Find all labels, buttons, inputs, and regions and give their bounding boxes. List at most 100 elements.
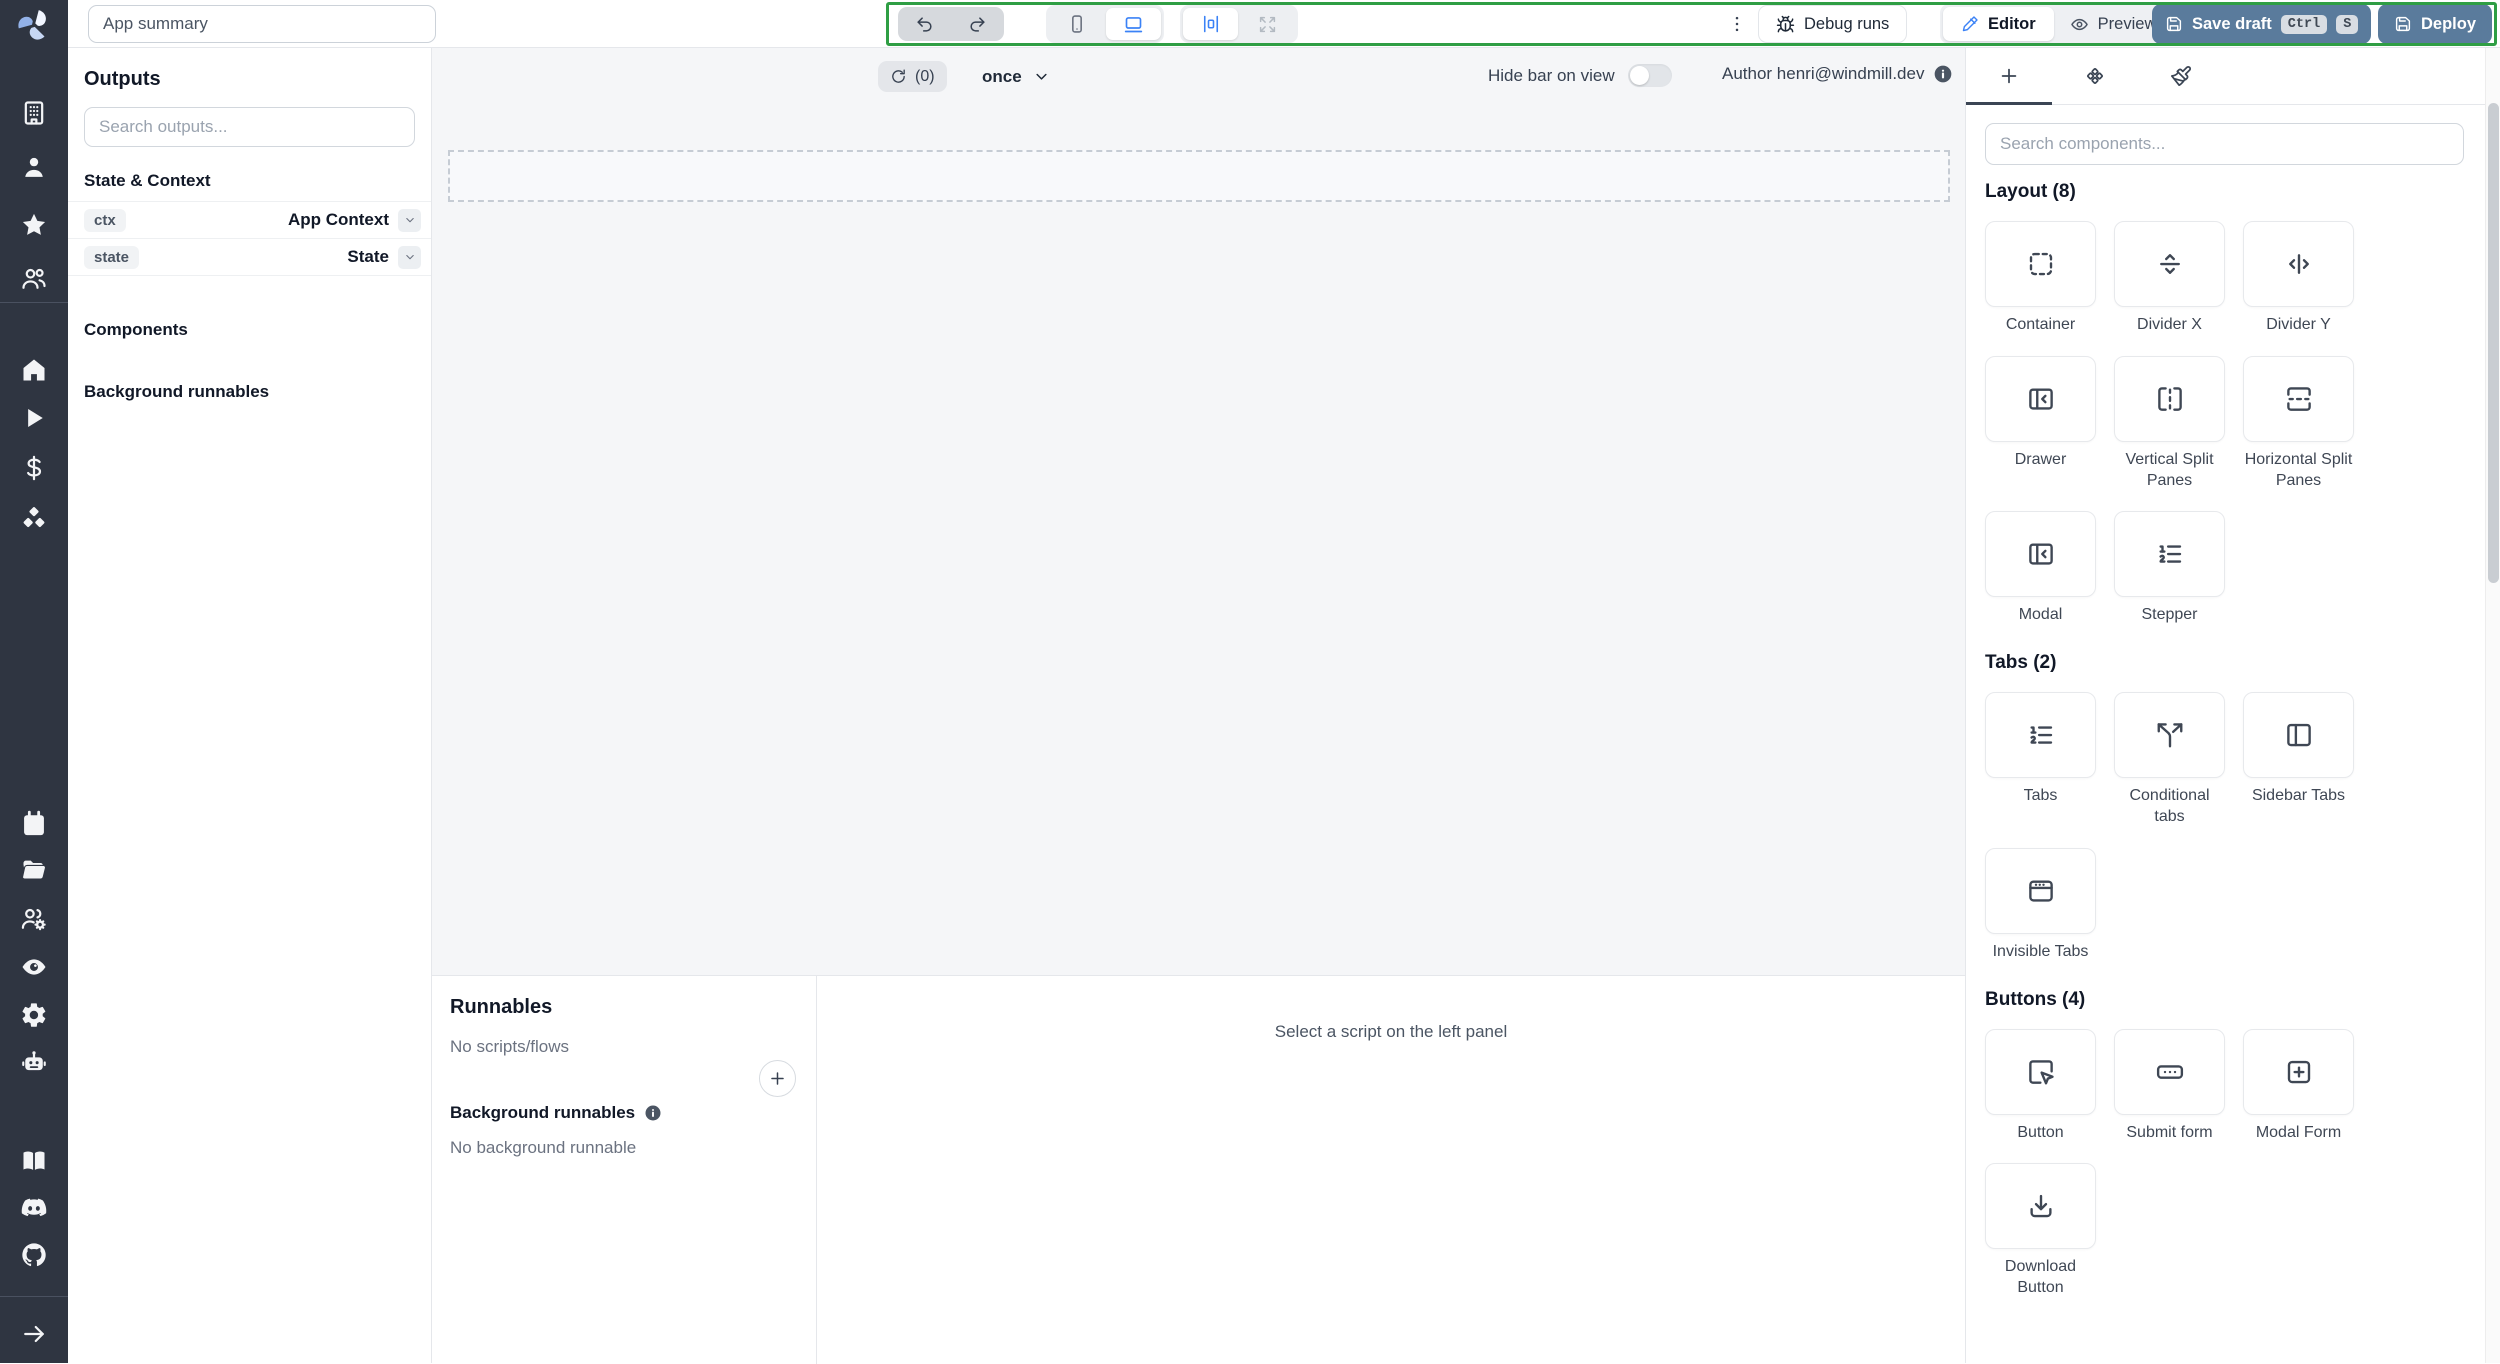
component-card-vertical-split-panes[interactable]: [2114, 355, 2225, 442]
undo-button[interactable]: [898, 7, 951, 41]
deploy-button[interactable]: Deploy: [2378, 4, 2493, 44]
tab-insert-component[interactable]: [1966, 48, 2052, 105]
editor-tab[interactable]: Editor: [1943, 7, 2054, 41]
component-card-conditional-tabs[interactable]: [2114, 692, 2225, 779]
no-scripts-text: No scripts/flows: [450, 1037, 570, 1056]
component-card-divider-x[interactable]: [2114, 221, 2225, 307]
home-icon[interactable]: [16, 352, 52, 388]
panel-left-icon: [2284, 720, 2314, 750]
component-grid: Container Divider X Divider Y Drawer Vertica…: [1985, 221, 2464, 626]
component-label: Submit form: [2126, 1123, 2213, 1141]
list-ordered-icon: [2026, 720, 2056, 750]
component-label: Container: [2005, 316, 2076, 333]
component-label: Vertical Split Panes: [2125, 450, 2214, 489]
script-detail-panel: Select a script on the left panel: [817, 976, 1965, 1364]
component-card-modal[interactable]: [1985, 511, 2096, 598]
info-icon[interactable]: [644, 1104, 662, 1122]
components-search-input[interactable]: [1985, 123, 2464, 165]
github-icon[interactable]: [16, 1237, 52, 1273]
tab-component-settings[interactable]: [2052, 48, 2138, 104]
component-card-drawer[interactable]: [1985, 355, 2096, 442]
component-card-stepper[interactable]: [2114, 511, 2225, 598]
component-label: Modal: [2018, 606, 2063, 624]
scrollbar-thumb[interactable]: [2488, 103, 2499, 583]
component-label: Modal Form: [2255, 1123, 2342, 1141]
component-card-submit-form[interactable]: [2114, 1028, 2225, 1115]
component-cell: Container: [1985, 221, 2096, 336]
component-card-modal-form[interactable]: [2243, 1028, 2354, 1115]
save-draft-button[interactable]: Save draft Ctrl S: [2152, 4, 2372, 44]
outputs-search-input[interactable]: [84, 107, 415, 147]
chevron-down-icon[interactable]: [398, 245, 421, 269]
component-card-tabs[interactable]: [1985, 692, 2096, 779]
component-card-button[interactable]: [1985, 1028, 2096, 1115]
components-panel: Layout (8) Container Divider X Divider Y Dra…: [1965, 48, 2500, 1363]
chevron-down-icon[interactable]: [398, 208, 421, 232]
user-icon[interactable]: [16, 149, 52, 185]
app-canvas[interactable]: (0) once Hide bar on view Author henri@w…: [432, 48, 1965, 975]
desktop-view-button[interactable]: [1106, 8, 1161, 40]
component-sections: Layout (8) Container Divider X Divider Y Dra…: [1985, 181, 2464, 1299]
star-icon[interactable]: [16, 207, 52, 243]
divider-y-icon: [2284, 249, 2314, 279]
component-section-title: Layout (8): [1985, 181, 2076, 202]
calendar-icon[interactable]: [16, 806, 52, 842]
component-label: Drawer: [2014, 450, 2067, 468]
component-cell: Download Button: [1985, 1163, 2096, 1299]
more-menu-button[interactable]: [1720, 6, 1754, 42]
windmill-logo[interactable]: [15, 6, 53, 44]
scrollbar[interactable]: [2485, 48, 2500, 1363]
arrow-right-icon[interactable]: [16, 1316, 52, 1352]
book-open-icon[interactable]: [16, 1143, 52, 1179]
play-icon[interactable]: [16, 400, 52, 436]
fullwidth-layout-button[interactable]: [1240, 8, 1295, 40]
output-row-ctx[interactable]: ctx App Context: [68, 202, 431, 239]
gear-icon[interactable]: [16, 997, 52, 1033]
folder-open-icon[interactable]: [16, 852, 52, 888]
refresh-count-button[interactable]: (0): [878, 61, 947, 92]
kbd-s: S: [2336, 14, 2359, 34]
component-cell: Drawer: [1985, 355, 2096, 492]
state-value: State: [347, 247, 389, 266]
empty-grid-row[interactable]: [448, 150, 1950, 202]
component-cell: Button: [1985, 1028, 2096, 1144]
users-cog-icon[interactable]: [16, 901, 52, 937]
app-sidebar: [0, 0, 68, 1363]
building-icon[interactable]: [16, 95, 52, 131]
layout-toggle-group: [1180, 5, 1298, 43]
refresh-icon: [890, 68, 907, 85]
app-window-icon: [2026, 876, 2056, 906]
discord-icon[interactable]: [16, 1190, 52, 1226]
app-summary-input[interactable]: [88, 5, 436, 43]
add-background-runnable-button[interactable]: [759, 1060, 796, 1097]
component-card-container[interactable]: [1985, 221, 2096, 307]
component-card-horizontal-split-panes[interactable]: [2243, 355, 2354, 442]
ctx-value: App Context: [287, 210, 389, 229]
component-label: Sidebar Tabs: [2251, 787, 2346, 805]
bot-icon[interactable]: [16, 1044, 52, 1080]
info-icon[interactable]: [1933, 64, 1953, 84]
component-card-divider-y[interactable]: [2243, 221, 2354, 307]
component-cell: Modal Form: [2243, 1028, 2354, 1144]
component-card-invisible-tabs[interactable]: [1985, 847, 2096, 934]
component-grid: Button Submit form Modal Form Download Butt…: [1985, 1028, 2464, 1299]
component-card-sidebar-tabs[interactable]: [2243, 692, 2354, 779]
drawer-icon: [2026, 539, 2056, 569]
run-mode-dropdown[interactable]: once: [982, 61, 1051, 92]
editor-preview-group: Editor Preview: [1940, 4, 2176, 44]
center-layout-button[interactable]: [1183, 8, 1238, 40]
redo-button[interactable]: [951, 7, 1004, 41]
tab-styling[interactable]: [2138, 48, 2224, 104]
component-cell: Vertical Split Panes: [2114, 355, 2225, 492]
debug-runs-button[interactable]: Debug runs: [1758, 5, 1908, 43]
component-card-download-button[interactable]: [1985, 1163, 2096, 1250]
mobile-view-button[interactable]: [1049, 8, 1104, 40]
dollar-icon[interactable]: [16, 450, 52, 486]
users-icon[interactable]: [16, 261, 52, 297]
eye-filled-icon[interactable]: [16, 949, 52, 985]
hide-bar-toggle[interactable]: [1627, 64, 1672, 87]
output-row-state[interactable]: state State: [68, 239, 431, 276]
outputs-title: Outputs: [84, 68, 161, 90]
download-icon: [2026, 1191, 2056, 1221]
boxes-icon[interactable]: [16, 501, 52, 537]
